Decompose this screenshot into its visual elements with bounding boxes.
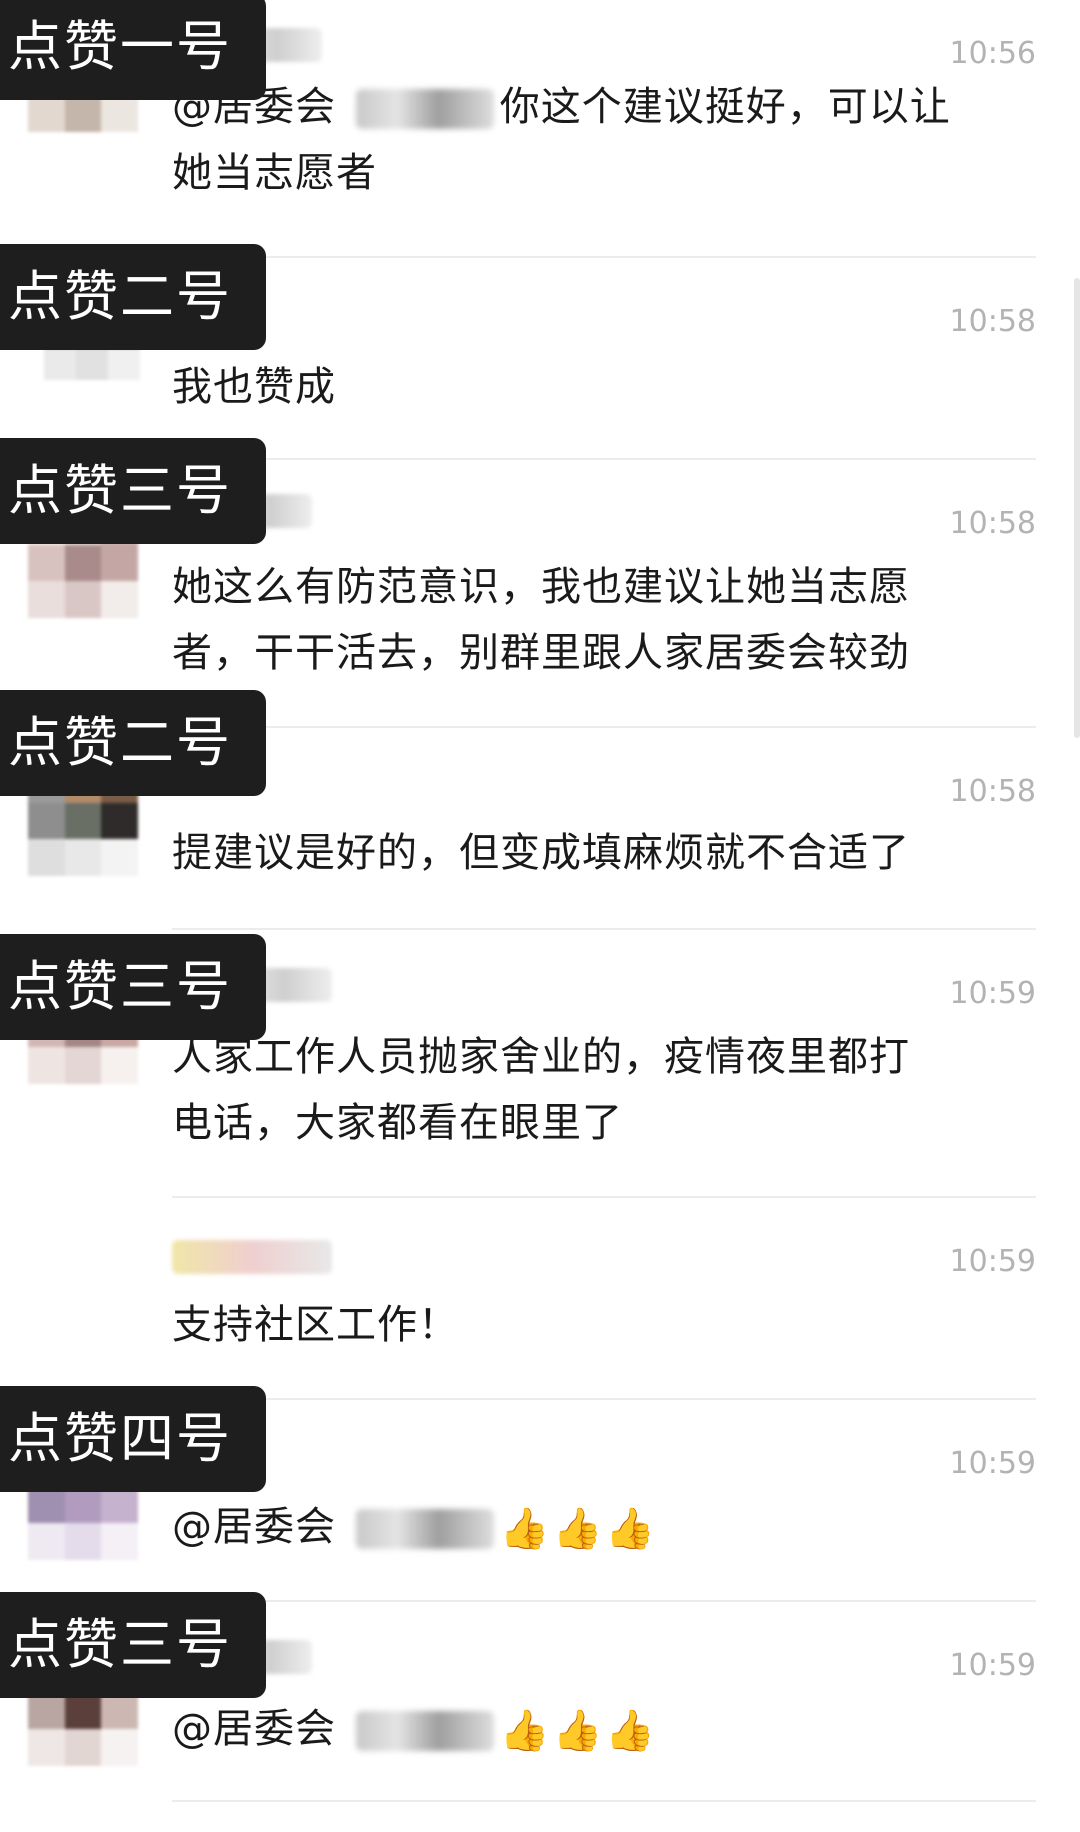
scrollbar[interactable] xyxy=(1074,278,1080,738)
thumbs-up-icon: 👍 xyxy=(499,1708,551,1754)
message-text: 支持社区工作！ xyxy=(172,1292,1052,1358)
thumbs-up-group: 👍👍👍 xyxy=(500,1698,658,1764)
mention-name-blurred xyxy=(355,1509,494,1549)
divider xyxy=(172,458,1036,460)
thumbs-up-icon: 👍 xyxy=(552,1708,604,1754)
message-text: 人家工作人员抛家舍业的，疫情夜里都打 电话，大家都看在眼里了 xyxy=(172,1024,1052,1156)
divider xyxy=(172,928,1036,930)
divider xyxy=(172,1600,1036,1602)
message-time: 10:59 xyxy=(949,1648,1036,1683)
message-text: @居委会 你这个建议挺好，可以让 她当志愿者 xyxy=(172,74,1052,206)
message-line: 者，干干活去，别群里跟人家居委会较劲 xyxy=(172,630,910,676)
thumbs-up-icon: 👍 xyxy=(605,1506,657,1552)
divider xyxy=(172,1398,1036,1400)
overlay-tag: 点赞三号 xyxy=(0,1592,266,1698)
divider xyxy=(172,256,1036,258)
message-time: 10:59 xyxy=(949,1446,1036,1481)
message-text: 我也赞成 xyxy=(172,354,1052,420)
overlay-tag: 点赞二号 xyxy=(0,244,266,350)
message-line: 她当志愿者 xyxy=(172,150,377,196)
overlay-tag: 点赞一号 xyxy=(0,0,266,100)
message-time: 10:58 xyxy=(949,506,1036,541)
overlay-tag: 点赞二号 xyxy=(0,690,266,796)
overlay-tag: 点赞三号 xyxy=(0,934,266,1040)
message-line: 你这个建议挺好，可以让 xyxy=(499,84,951,130)
mention-name-blurred xyxy=(355,89,494,129)
message-text: @居委会 👍👍👍 xyxy=(172,1696,1052,1764)
message-line: 提建议是好的，但变成填麻烦就不合适了 xyxy=(172,830,910,876)
message-time: 10:59 xyxy=(949,976,1036,1011)
message-time: 10:58 xyxy=(949,304,1036,339)
thumbs-up-icon: 👍 xyxy=(605,1708,657,1754)
mention-name-blurred xyxy=(355,1711,494,1751)
thumbs-up-icon: 👍 xyxy=(552,1506,604,1552)
message-text: @居委会 👍👍👍 xyxy=(172,1494,1052,1562)
thumbs-up-icon: 👍 xyxy=(499,1506,551,1552)
message-time: 10:56 xyxy=(949,36,1036,71)
message-line: @居委会 xyxy=(172,1504,350,1550)
divider xyxy=(172,1800,1036,1802)
divider xyxy=(172,1196,1036,1198)
message-text: 提建议是好的，但变成填麻烦就不合适了 xyxy=(172,820,1052,886)
overlay-tag: 点赞三号 xyxy=(0,438,266,544)
message-time: 10:58 xyxy=(949,774,1036,809)
message-line: 人家工作人员抛家舍业的，疫情夜里都打 xyxy=(172,1034,910,1080)
message-line: 支持社区工作！ xyxy=(172,1302,459,1348)
divider xyxy=(172,726,1036,728)
message-line: 她这么有防范意识，我也建议让她当志愿 xyxy=(172,564,910,610)
chat-feed[interactable]: 10:56 @居委会 你这个建议挺好，可以让 她当志愿者 10:58 我也赞成 … xyxy=(0,0,1080,1832)
thumbs-up-group: 👍👍👍 xyxy=(500,1496,658,1562)
message-line: 我也赞成 xyxy=(172,364,336,410)
message-line: 电话，大家都看在眼里了 xyxy=(172,1100,623,1146)
sender-name-blurred xyxy=(172,1240,332,1274)
message-text: 她这么有防范意识，我也建议让她当志愿 者，干干活去，别群里跟人家居委会较劲 xyxy=(172,554,1052,686)
message-time: 10:59 xyxy=(949,1244,1036,1279)
overlay-tag: 点赞四号 xyxy=(0,1386,266,1492)
message-line: @居委会 xyxy=(172,1706,350,1752)
